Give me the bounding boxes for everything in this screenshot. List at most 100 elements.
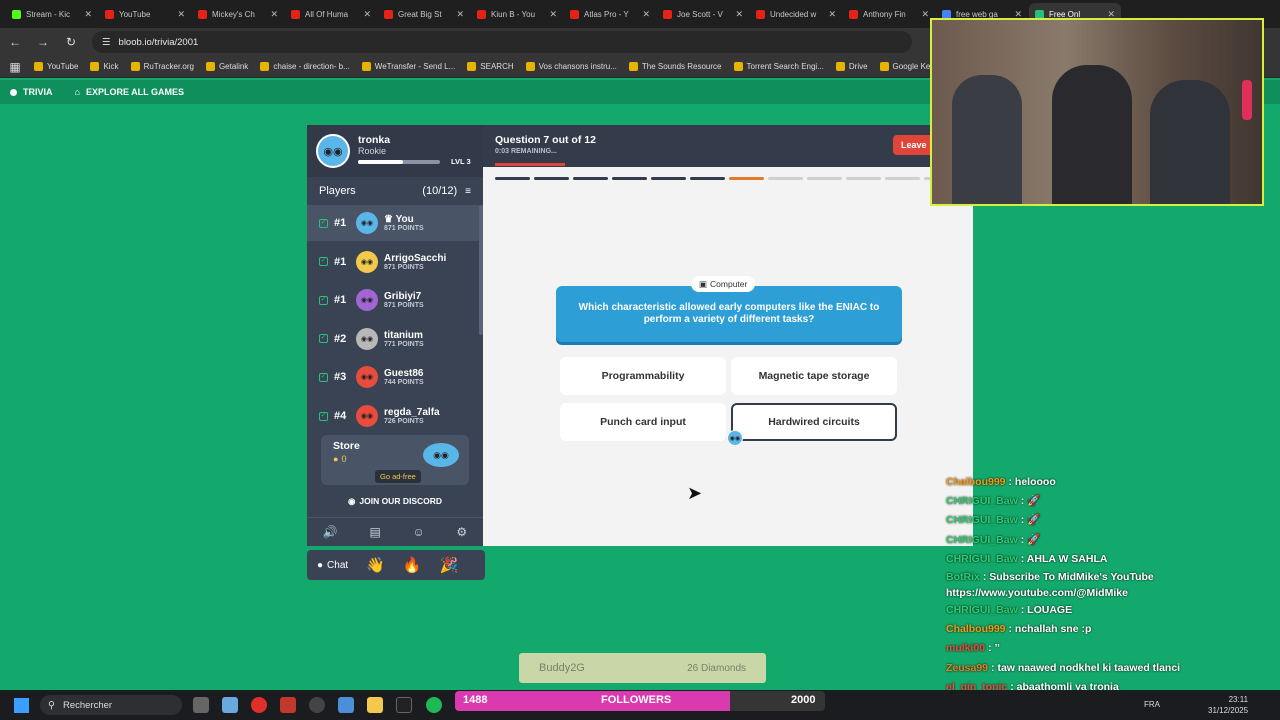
player-info: Guest86 744 POINTS: [384, 368, 424, 386]
bookmark-item[interactable]: WeTransfer - Send L...: [361, 62, 455, 71]
chat-text: : 🚀: [1020, 495, 1041, 508]
emoji-wave-button[interactable]: 👋: [366, 556, 385, 574]
chat-username: CHRIGUI_Baw: [946, 514, 1018, 527]
store-card[interactable]: Store ● 0 ◉◉ Go ad-free: [321, 435, 469, 485]
tab-title: Stream - Kic: [26, 9, 71, 19]
bookmark-favicon-icon: [467, 62, 477, 71]
bookmark-item[interactable]: chaise - direction- b...: [260, 62, 350, 71]
taskbar-search[interactable]: ⚲ Rechercher: [40, 695, 182, 715]
browser-tab[interactable]: Joe Scott - V ✕: [657, 3, 749, 25]
bookmark-item[interactable]: Getalink: [205, 62, 249, 71]
bookmark-label: The Sounds Resource: [641, 62, 722, 71]
player-row[interactable]: ✓ #1 ◉◉ ♛ You 871 POINTS: [307, 205, 479, 241]
task-view-icon[interactable]: [193, 697, 209, 713]
discord-icon: ◉: [347, 495, 356, 506]
bookmark-item[interactable]: YouTube: [34, 62, 78, 71]
close-tab-icon[interactable]: ✕: [363, 9, 371, 20]
browser-tab[interactable]: Mickey's Ch ✕: [192, 3, 284, 25]
spotify-icon[interactable]: [426, 697, 442, 713]
settings-icon[interactable]: ⚙: [456, 525, 467, 539]
bookmark-label: Getalink: [218, 62, 249, 71]
progress-segment: [729, 177, 764, 180]
player-row[interactable]: ✓ #1 ◉◉ Gribiyi7 871 POINTS: [307, 282, 479, 318]
weather-icon[interactable]: [222, 697, 238, 713]
close-tab-icon[interactable]: ✕: [921, 9, 929, 20]
forward-icon[interactable]: →: [36, 35, 50, 49]
nav-explore-games[interactable]: ⌂ EXPLORE ALL GAMES: [75, 87, 184, 97]
player-row[interactable]: ✓ #1 ◉◉ ArrigoSacchi 871 POINTS: [307, 244, 479, 280]
bookmark-favicon-icon: [34, 62, 43, 71]
answer-option-4[interactable]: Hardwired circuits: [731, 403, 897, 441]
bookmark-item[interactable]: Kick: [90, 62, 119, 71]
answer-option-1[interactable]: Programmability: [560, 357, 726, 395]
browser-tab[interactable]: Atlas Pro - Y ✕: [564, 3, 656, 25]
close-tab-icon[interactable]: ✕: [270, 9, 278, 20]
emoji-party-button[interactable]: 🎉: [440, 556, 459, 574]
profile-card[interactable]: ◉◉ tronka Rookie LVL 3: [307, 125, 483, 177]
profile-name: tronka: [358, 134, 391, 146]
player-row[interactable]: ✓ #4 ◉◉ regda_7alfa 726 POINTS: [307, 398, 479, 434]
browser-tab[interactable]: Stream - Kic ✕: [6, 3, 98, 25]
site-info-icon[interactable]: ☰: [102, 37, 111, 48]
close-tab-icon[interactable]: ✕: [828, 9, 836, 20]
close-tab-icon[interactable]: ✕: [84, 9, 92, 20]
player-row[interactable]: ✓ #2 ◉◉ titanium 771 POINTS: [307, 321, 479, 357]
apps-icon[interactable]: ▦: [8, 60, 22, 74]
bookmark-item[interactable]: Drive: [835, 62, 868, 71]
browser-tab[interactable]: Undecided w ✕: [750, 3, 842, 25]
people-icon[interactable]: ☺: [412, 525, 424, 539]
bookmark-label: Kick: [103, 62, 119, 71]
opera-icon[interactable]: [251, 697, 267, 713]
close-tab-icon[interactable]: ✕: [456, 9, 464, 20]
question-counter: Question 7 out of 12: [495, 134, 596, 146]
answer-label: Magnetic tape storage: [758, 370, 870, 382]
bookmark-item[interactable]: SEARCH: [467, 62, 514, 71]
browser-tab[interactable]: YouTube ✕: [99, 3, 191, 25]
obs-icon[interactable]: [309, 697, 325, 713]
emoji-fire-button[interactable]: 🔥: [403, 556, 422, 574]
discord-label: JOIN OUR DISCORD: [359, 496, 443, 506]
bookmark-item[interactable]: Vos chansons instru...: [525, 62, 617, 71]
answer-option-2[interactable]: Magnetic tape storage: [731, 357, 897, 395]
answer-option-3[interactable]: Punch card input: [560, 403, 726, 441]
chat-button[interactable]: ● Chat: [317, 560, 348, 571]
bookmark-item[interactable]: RuTracker.org: [130, 62, 194, 71]
close-tab-icon[interactable]: ✕: [177, 9, 185, 20]
live-icon[interactable]: [396, 697, 412, 713]
webcam-person-right: [1150, 80, 1230, 204]
browser-tab[interactable]: Anthony Fin ✕: [843, 3, 935, 25]
webcam-person-center: [1052, 65, 1132, 204]
filter-icon[interactable]: ≡: [465, 186, 471, 197]
bookmark-item[interactable]: The Sounds Resource: [628, 62, 722, 71]
photos-icon[interactable]: [338, 697, 354, 713]
app-icon[interactable]: [280, 697, 296, 713]
bookmark-item[interactable]: Torrent Search Engi...: [733, 62, 824, 71]
reload-icon[interactable]: ↻: [64, 35, 78, 49]
player-rank: #1: [334, 294, 347, 307]
player-name: ♛ You: [384, 214, 414, 225]
windows-start-icon[interactable]: [14, 698, 29, 713]
tray-clock[interactable]: 23:11 31/12/2025: [1208, 694, 1248, 716]
close-tab-icon[interactable]: ✕: [642, 9, 650, 20]
browser-tab[interactable]: Kiun B - You ✕: [471, 3, 563, 25]
back-icon[interactable]: ←: [8, 35, 22, 49]
player-row[interactable]: ✓ #3 ◉◉ Guest86 744 POINTS: [307, 359, 479, 395]
go-ad-free-tooltip[interactable]: Go ad-free: [375, 470, 421, 483]
discord-button[interactable]: ◉ JOIN OUR DISCORD: [321, 489, 469, 513]
browser-tab[interactable]: All Of Huma ✕: [285, 3, 377, 25]
player-info: regda_7alfa 726 POINTS: [384, 407, 440, 425]
address-bar[interactable]: ☰ bloob.io/trivia/2001: [92, 31, 912, 53]
tray-lang[interactable]: FRA: [1144, 700, 1160, 709]
explorer-icon[interactable]: [367, 697, 383, 713]
volume-icon[interactable]: 🔊: [323, 525, 338, 539]
player-pick-avatar: ◉◉: [727, 430, 743, 446]
stream-chat-message: CHRIGUI_Baw: LOUAGE: [946, 601, 1246, 620]
rules-icon[interactable]: ▤: [369, 525, 380, 539]
browser-tab[interactable]: Great Big St ✕: [378, 3, 470, 25]
tab-title: Anthony Fin: [863, 9, 906, 19]
donor-name: Buddy2G: [539, 662, 585, 674]
nav-trivia[interactable]: TRIVIA: [10, 87, 53, 97]
close-tab-icon[interactable]: ✕: [735, 9, 743, 20]
close-tab-icon[interactable]: ✕: [549, 9, 557, 20]
player-name: titanium: [384, 329, 423, 341]
